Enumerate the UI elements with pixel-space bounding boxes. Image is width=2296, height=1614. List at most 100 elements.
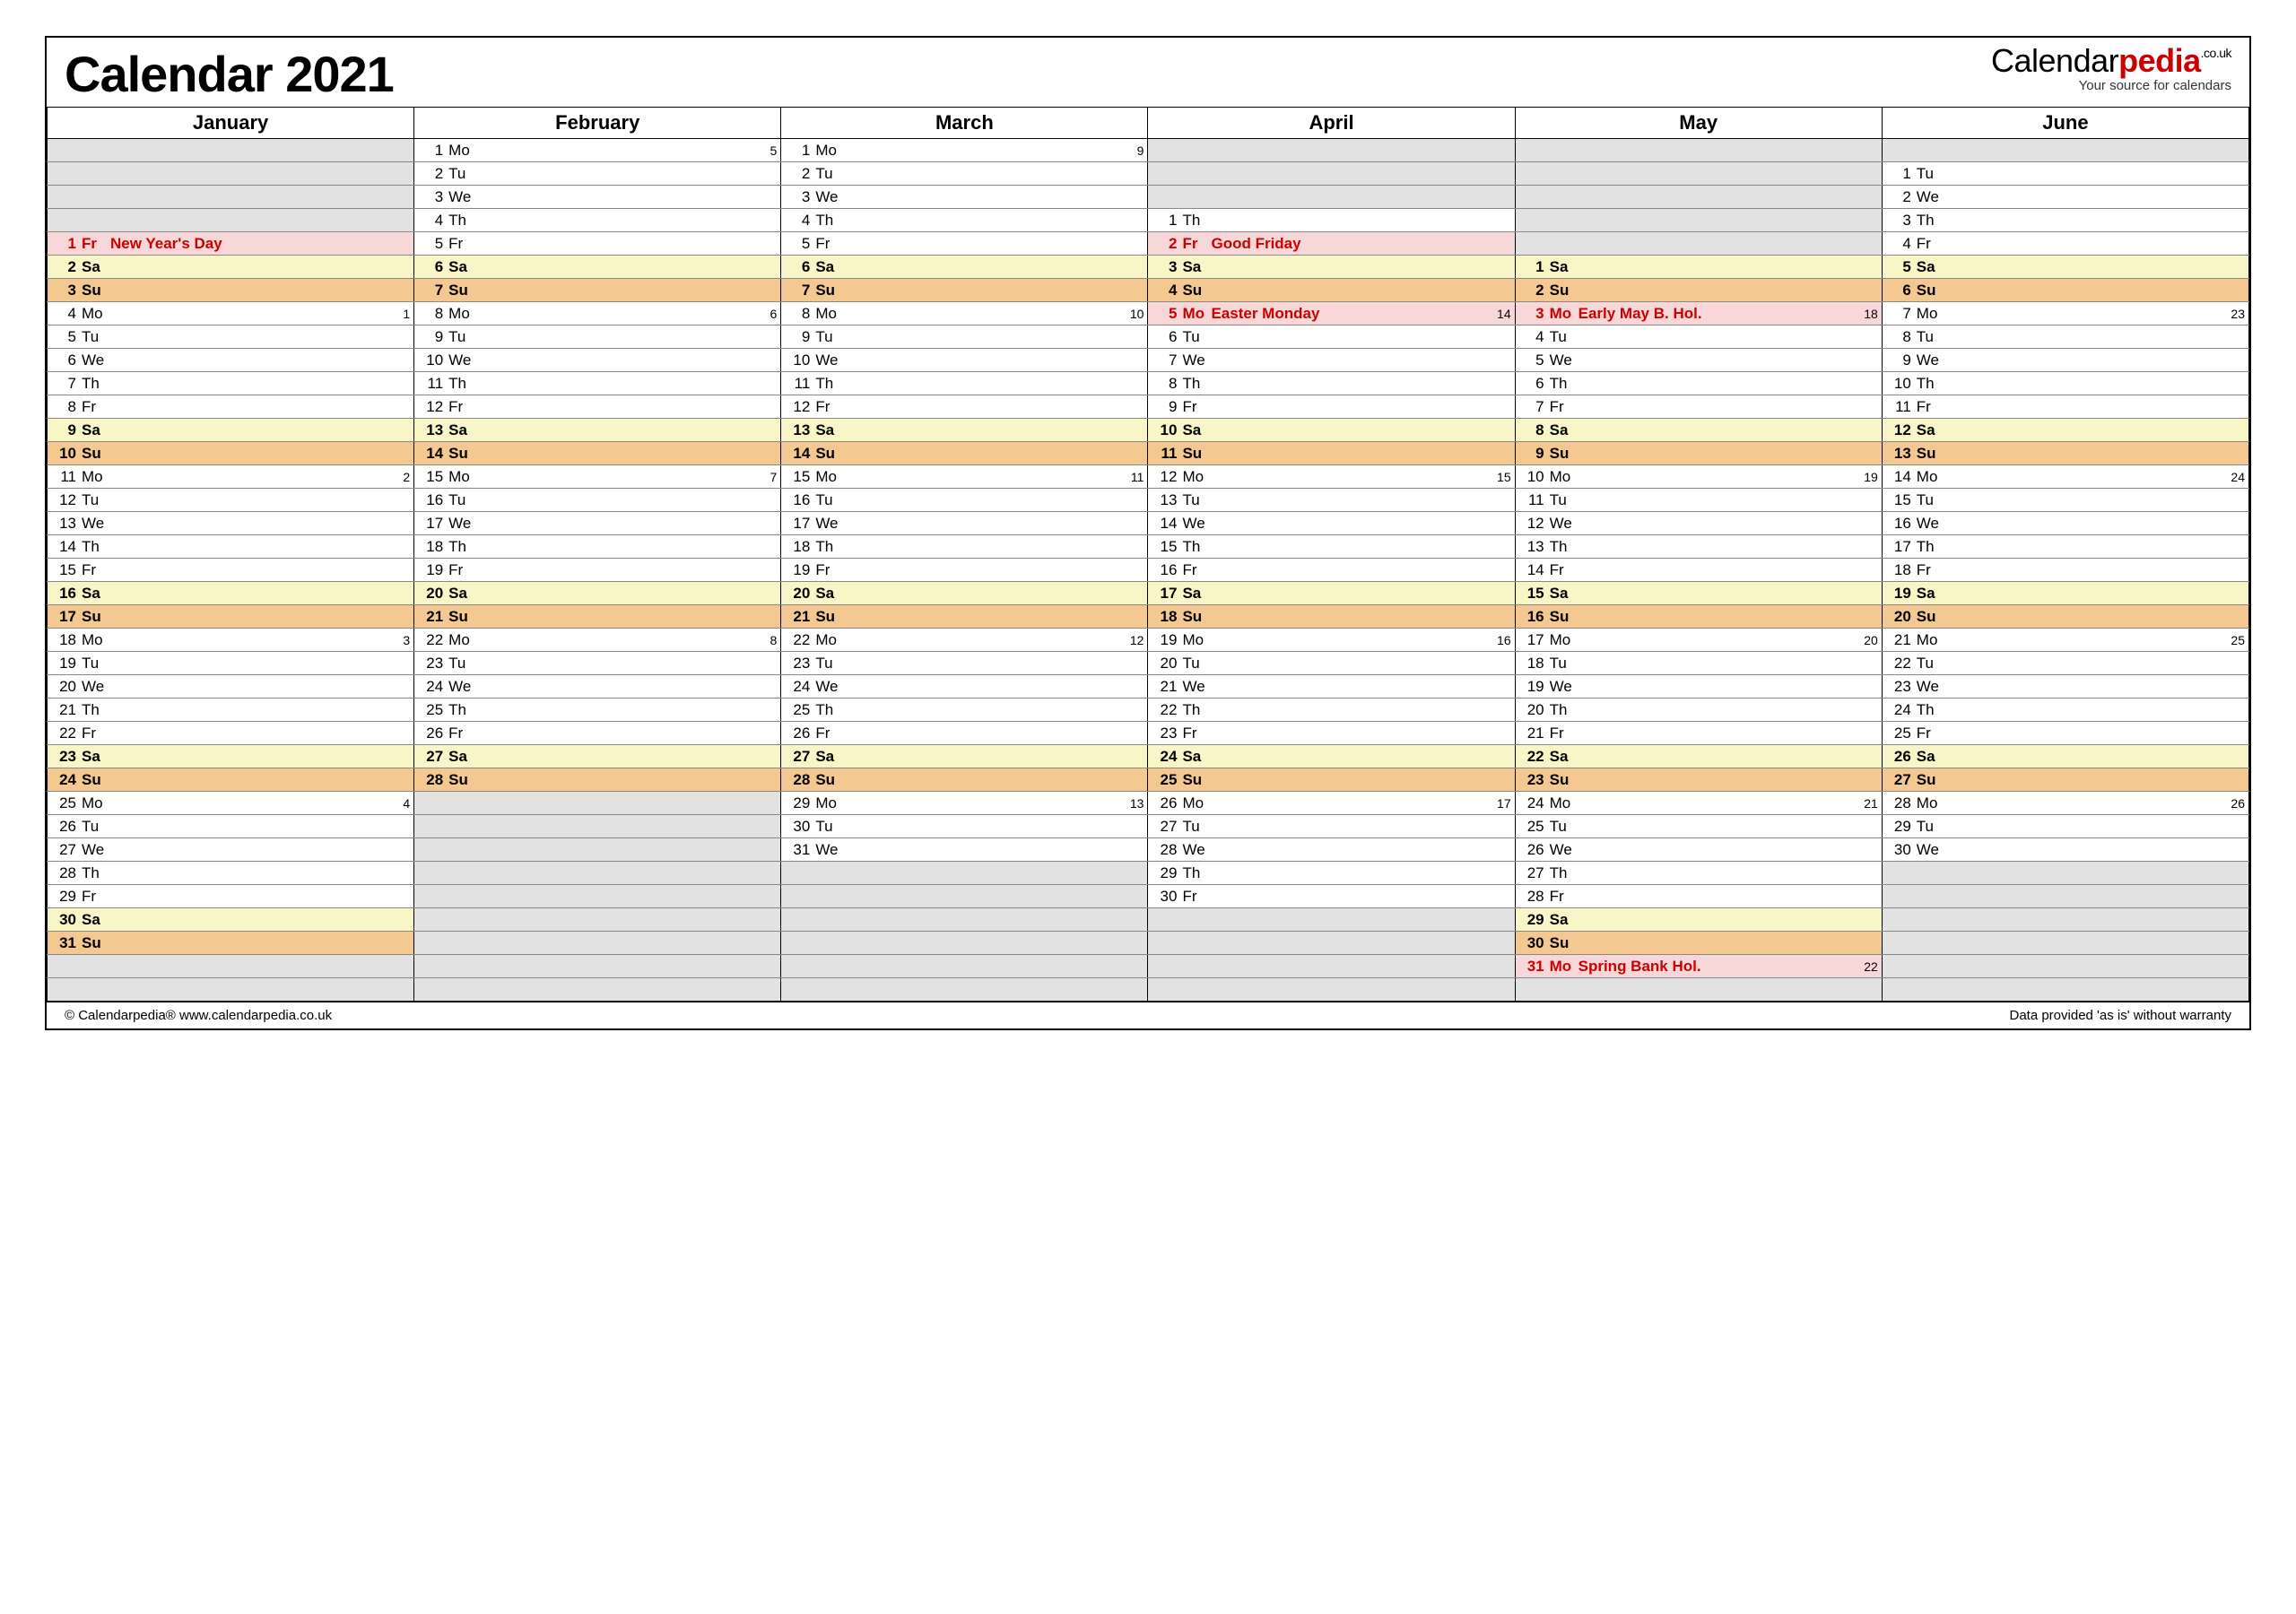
day-cell: 30Tu xyxy=(781,815,1148,838)
day-of-week: Su xyxy=(1550,771,1577,789)
day-number: 28 xyxy=(53,864,76,882)
day-number: 25 xyxy=(1888,725,1911,742)
day-number: 28 xyxy=(1888,794,1911,812)
day-cell: 17Su xyxy=(48,605,414,629)
day-of-week: Tu xyxy=(448,655,475,672)
day-cell xyxy=(1515,209,1882,232)
day-of-week: We xyxy=(815,351,842,369)
day-cell: 7Su xyxy=(414,279,781,302)
day-number: 4 xyxy=(420,212,443,230)
day-cell: 24Sa xyxy=(1148,745,1515,768)
day-number: 7 xyxy=(53,375,76,393)
day-cell xyxy=(48,139,414,162)
day-of-week: Su xyxy=(815,282,842,299)
day-number: 19 xyxy=(53,655,76,672)
calendar-row: 11Mo215Mo715Mo1112Mo1510Mo1914Mo24 xyxy=(48,465,2249,489)
day-of-week: Sa xyxy=(815,258,842,276)
day-of-week: Th xyxy=(1917,538,1944,556)
day-of-week: Sa xyxy=(1917,421,1944,439)
day-number: 3 xyxy=(787,188,810,206)
day-of-week: Th xyxy=(1182,701,1209,719)
day-of-week: Fr xyxy=(1182,725,1209,742)
day-of-week: Mo xyxy=(448,631,475,649)
day-cell: 18Mo3 xyxy=(48,629,414,652)
day-number: 16 xyxy=(1888,515,1911,533)
day-number: 12 xyxy=(1153,468,1177,486)
day-of-week: Su xyxy=(1917,282,1944,299)
day-of-week: Th xyxy=(82,864,109,882)
day-number: 2 xyxy=(787,165,810,183)
holiday-note: Spring Bank Hol. xyxy=(1578,958,1701,976)
day-number: 16 xyxy=(1521,608,1544,626)
day-number: 15 xyxy=(1888,491,1911,509)
day-number: 27 xyxy=(420,748,443,766)
day-number: 21 xyxy=(53,701,76,719)
day-of-week: We xyxy=(1182,841,1209,859)
day-of-week: Tu xyxy=(1917,655,1944,672)
week-number: 9 xyxy=(1137,143,1144,158)
day-cell: 20Su xyxy=(1882,605,2248,629)
week-number: 3 xyxy=(403,633,410,647)
day-of-week: Mo xyxy=(1550,794,1577,812)
day-number: 8 xyxy=(420,305,443,323)
day-cell xyxy=(414,955,781,978)
day-number: 9 xyxy=(1521,445,1544,463)
week-number: 1 xyxy=(403,307,410,321)
day-cell: 12Fr xyxy=(781,395,1148,419)
day-of-week: We xyxy=(815,678,842,696)
day-number: 8 xyxy=(1521,421,1544,439)
day-of-week: Th xyxy=(448,701,475,719)
day-cell: 22Fr xyxy=(48,722,414,745)
day-cell: 13We xyxy=(48,512,414,535)
day-cell: 12Tu xyxy=(48,489,414,512)
day-cell: 16Sa xyxy=(48,582,414,605)
day-of-week: We xyxy=(1917,515,1944,533)
day-cell: 13Sa xyxy=(781,419,1148,442)
day-of-week: Sa xyxy=(448,258,475,276)
day-cell: 30Fr xyxy=(1148,885,1515,908)
day-of-week: We xyxy=(1917,841,1944,859)
day-cell: 5We xyxy=(1515,349,1882,372)
day-of-week: Fr xyxy=(1182,561,1209,579)
week-number: 7 xyxy=(770,470,778,484)
day-cell: 21Fr xyxy=(1515,722,1882,745)
day-number: 27 xyxy=(53,841,76,859)
day-cell: 23Sa xyxy=(48,745,414,768)
day-cell: 27Tu xyxy=(1148,815,1515,838)
day-number: 14 xyxy=(53,538,76,556)
day-of-week: Mo xyxy=(448,305,475,323)
day-number: 18 xyxy=(1153,608,1177,626)
day-number: 29 xyxy=(53,888,76,906)
brand-tagline: Your source for calendars xyxy=(1991,79,2231,92)
day-of-week: Su xyxy=(448,771,475,789)
day-cell: 9Fr xyxy=(1148,395,1515,419)
day-number: 11 xyxy=(420,375,443,393)
day-of-week: We xyxy=(1550,515,1577,533)
day-cell: 6We xyxy=(48,349,414,372)
day-cell: 11Th xyxy=(414,372,781,395)
day-of-week: Fr xyxy=(82,235,109,253)
day-cell: 22Mo12 xyxy=(781,629,1148,652)
day-number: 16 xyxy=(787,491,810,509)
calendar-row: 5Tu9Tu9Tu6Tu4Tu8Tu xyxy=(48,325,2249,349)
day-of-week: We xyxy=(82,841,109,859)
calendar-row: 31MoSpring Bank Hol.22 xyxy=(48,955,2249,978)
day-cell: 11Su xyxy=(1148,442,1515,465)
day-cell xyxy=(1882,978,2248,1002)
day-number: 5 xyxy=(420,235,443,253)
day-of-week: Sa xyxy=(1917,748,1944,766)
day-number: 10 xyxy=(787,351,810,369)
day-number: 24 xyxy=(1521,794,1544,812)
day-of-week: Mo xyxy=(82,468,109,486)
day-number: 24 xyxy=(787,678,810,696)
day-number: 28 xyxy=(1521,888,1544,906)
day-of-week: We xyxy=(815,188,842,206)
day-of-week: Mo xyxy=(815,305,842,323)
day-of-week: Mo xyxy=(815,794,842,812)
day-cell: 6Sa xyxy=(414,256,781,279)
day-cell: 10 We xyxy=(781,349,1148,372)
day-number: 15 xyxy=(1153,538,1177,556)
day-cell xyxy=(1882,932,2248,955)
day-number: 19 xyxy=(420,561,443,579)
day-cell xyxy=(1148,139,1515,162)
